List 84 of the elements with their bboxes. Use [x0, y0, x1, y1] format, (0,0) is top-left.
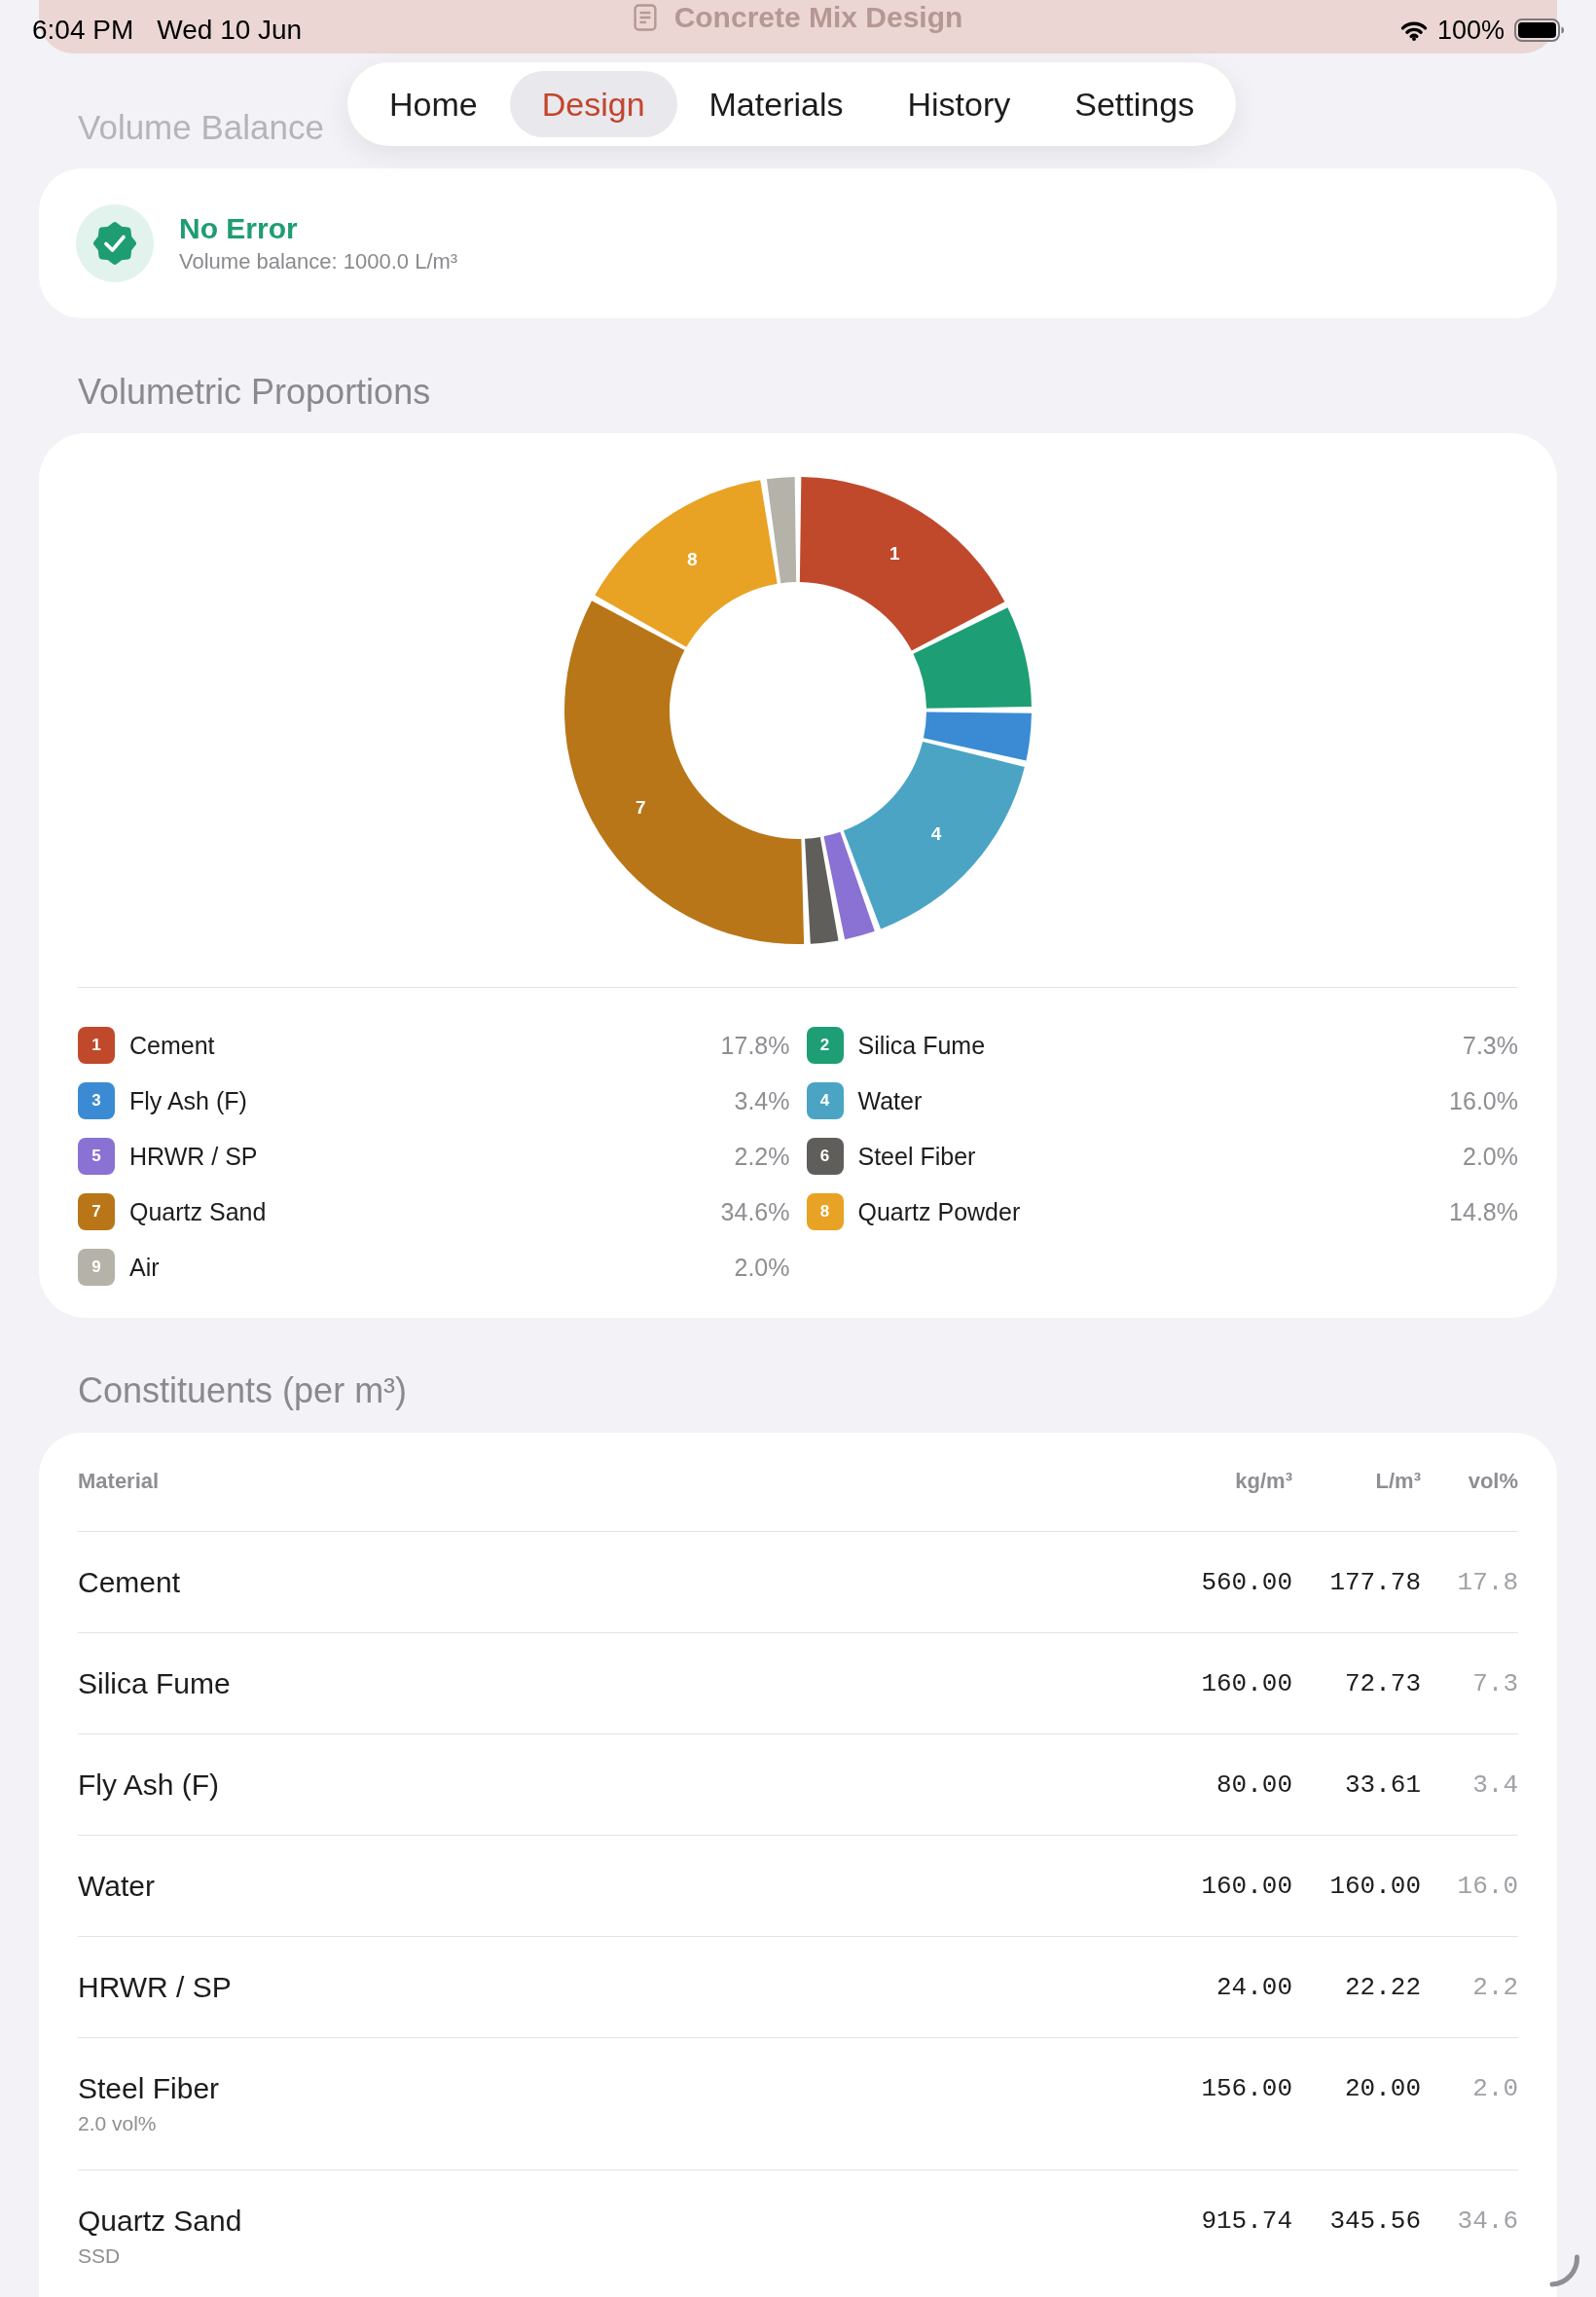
number-badge: 9 — [78, 1249, 115, 1286]
status-detail: Volume balance: 1000.0 L/m³ — [179, 248, 458, 275]
material-name: Quartz Sand — [78, 2205, 242, 2238]
tab[interactable]: Settings — [1042, 71, 1227, 137]
table-cell: 16.0 — [1457, 1872, 1518, 1901]
table-cell: 17.8 — [1457, 1568, 1518, 1597]
status-date: Wed 10 Jun — [157, 15, 303, 46]
column-header: kg/m³ — [1235, 1469, 1292, 1493]
tab[interactable]: Design — [509, 71, 677, 137]
battery-percent: 100% — [1436, 15, 1505, 46]
column-header: L/m³ — [1375, 1469, 1421, 1493]
legend-percent: 14.8% — [1449, 1197, 1518, 1226]
legend-label: HRWR / SP — [129, 1142, 259, 1171]
material-name: Silica Fume — [78, 1667, 231, 1700]
table-cell: 7.3 — [1472, 1669, 1518, 1698]
number-badge: 4 — [806, 1082, 844, 1119]
section-header: Volumetric Proportions — [78, 372, 431, 413]
legend-label: Steel Fiber — [857, 1142, 977, 1171]
status-time: 6:04 PM — [32, 15, 134, 46]
slice-label: 1 — [889, 542, 900, 564]
slice-label: 7 — [635, 797, 646, 819]
material-name: Cement — [78, 1566, 181, 1599]
number-badge: 8 — [806, 1193, 844, 1230]
slice-label: 4 — [930, 822, 942, 844]
legend-label: Water — [857, 1086, 924, 1115]
document-icon — [633, 3, 657, 32]
tab[interactable]: History — [875, 71, 1043, 137]
number-badge: 1 — [78, 1027, 115, 1064]
legend-percent: 3.4% — [734, 1086, 790, 1115]
legend-label: Cement — [129, 1031, 216, 1060]
table-cell: 72.73 — [1345, 1669, 1421, 1698]
legend-label: Silica Fume — [857, 1031, 987, 1060]
table-cell: 24.00 — [1216, 1973, 1292, 2002]
navigation-title: Concrete Mix Design — [673, 1, 963, 34]
legend-label: Fly Ash (F) — [129, 1086, 248, 1115]
table-cell: 22.22 — [1345, 1973, 1421, 2002]
column-header: Material — [78, 1469, 160, 1493]
legend-label: Air — [129, 1253, 161, 1282]
legend-percent: 34.6% — [720, 1197, 790, 1226]
status-title: No Error — [179, 211, 299, 246]
table-cell: 915.74 — [1201, 2206, 1292, 2236]
table-cell: 20.00 — [1345, 2074, 1421, 2103]
legend-percent: 2.0% — [734, 1253, 790, 1282]
table-cell: 3.4 — [1472, 1770, 1518, 1800]
material-name: Steel Fiber — [78, 2072, 220, 2105]
column-header: vol% — [1468, 1469, 1518, 1493]
wifi-icon — [1399, 19, 1428, 41]
table-cell: 2.2 — [1472, 1973, 1518, 2002]
table-cell: 160.00 — [1201, 1669, 1292, 1698]
table-cell: 156.00 — [1201, 2074, 1292, 2103]
table-cell: 2.0 — [1472, 2074, 1518, 2103]
table-cell: 560.00 — [1201, 1568, 1292, 1597]
legend-percent: 17.8% — [720, 1031, 790, 1060]
material-name: Fly Ash (F) — [78, 1768, 219, 1802]
number-badge: 6 — [806, 1138, 844, 1175]
table-cell: 160.00 — [1201, 1872, 1292, 1901]
section-header: Constituents (per m³) — [78, 1370, 408, 1411]
material-name: Water — [78, 1870, 155, 1903]
table-cell: 34.6 — [1457, 2206, 1518, 2236]
table-cell: 177.78 — [1329, 1568, 1421, 1597]
legend-percent: 2.0% — [1463, 1142, 1518, 1171]
legend-percent: 2.2% — [734, 1142, 790, 1171]
material-note: SSD — [78, 2243, 121, 2269]
number-badge: 2 — [806, 1027, 844, 1064]
table-cell: 33.61 — [1345, 1770, 1421, 1800]
slice-label: 8 — [687, 548, 698, 569]
tab[interactable]: Home — [357, 71, 510, 137]
legend-label: Quartz Powder — [857, 1197, 1022, 1226]
material-note: 2.0 vol% — [78, 2111, 157, 2136]
tab[interactable]: Materials — [676, 71, 876, 137]
verified-badge-icon — [76, 204, 154, 282]
material-name: HRWR / SP — [78, 1971, 232, 2004]
table-cell: 80.00 — [1216, 1770, 1292, 1800]
number-badge: 5 — [78, 1138, 115, 1175]
legend-percent: 7.3% — [1463, 1031, 1518, 1060]
table-cell: 160.00 — [1329, 1872, 1421, 1901]
legend-percent: 16.0% — [1449, 1086, 1518, 1115]
number-badge: 3 — [78, 1082, 115, 1119]
resize-handle-icon[interactable] — [1549, 2254, 1580, 2287]
legend-label: Quartz Sand — [129, 1197, 268, 1226]
battery-icon — [1514, 18, 1565, 42]
number-badge: 7 — [78, 1193, 115, 1230]
section-header: Volume Balance — [78, 108, 324, 147]
table-cell: 345.56 — [1329, 2206, 1421, 2236]
